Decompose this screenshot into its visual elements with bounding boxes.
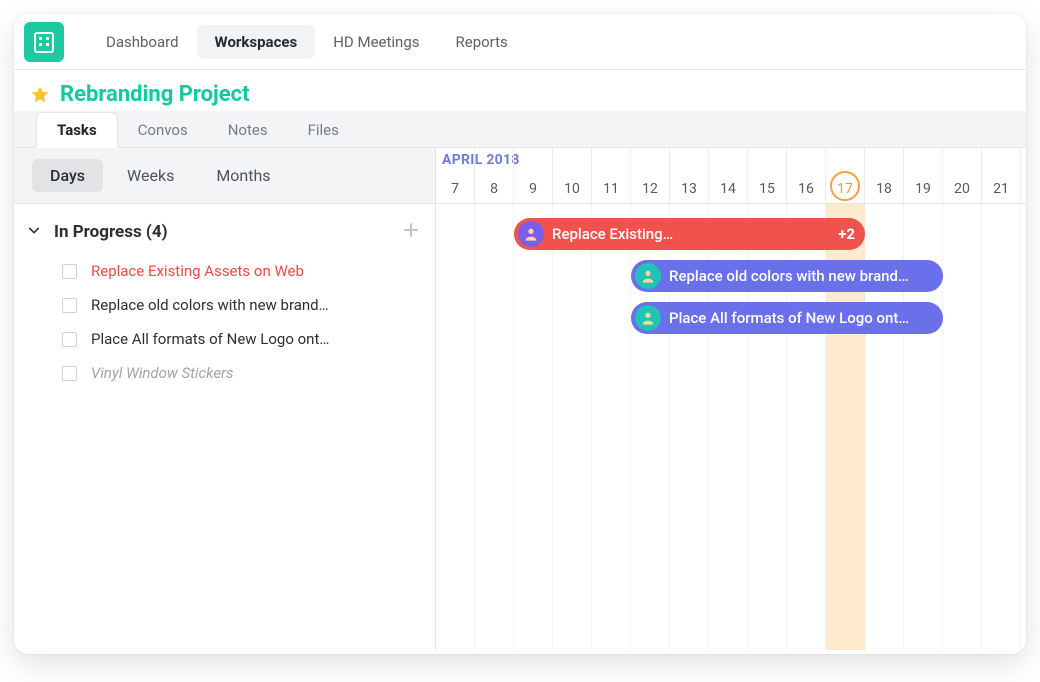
day-column[interactable]: 11 [592, 148, 631, 203]
zoom-row: Days Weeks Months [14, 148, 435, 204]
avatar-icon [635, 305, 661, 331]
task-list-pane: Days Weeks Months In Progress (4) Replac… [14, 148, 436, 650]
nav-reports[interactable]: Reports [438, 25, 526, 59]
task-label: Replace old colors with new brand… [91, 296, 329, 314]
day-number: 10 [553, 181, 591, 197]
timeline-pane[interactable]: APRIL 2018 789101112131415161718192021 R… [436, 148, 1026, 650]
content: Days Weeks Months In Progress (4) Replac… [14, 148, 1026, 650]
day-column[interactable]: 21 [982, 148, 1021, 203]
project-title: Rebranding Project [60, 82, 250, 107]
day-column[interactable]: 14 [709, 148, 748, 203]
day-column[interactable]: 20 [943, 148, 982, 203]
gantt-bar-extra: +2 [838, 225, 855, 243]
top-nav: Dashboard Workspaces HD Meetings Reports [14, 14, 1026, 70]
avatar-icon [635, 263, 661, 289]
gantt-bar-label: Place All formats of New Logo ont… [669, 309, 909, 327]
day-number: 19 [904, 181, 942, 197]
day-number: 20 [943, 181, 981, 197]
day-column[interactable]: 16 [787, 148, 826, 203]
task-row[interactable]: Place All formats of New Logo ont… [14, 322, 435, 356]
task-row[interactable]: Vinyl Window Stickers [14, 356, 435, 390]
day-number: 13 [670, 181, 708, 197]
tab-files[interactable]: Files [288, 113, 359, 147]
tab-convos[interactable]: Convos [118, 113, 208, 147]
app-logo-icon[interactable] [24, 22, 64, 62]
day-column[interactable]: 15 [748, 148, 787, 203]
group-title: In Progress (4) [54, 222, 389, 242]
gantt-bar-label: Replace Existing… [552, 225, 673, 243]
day-number: 7 [436, 181, 474, 197]
day-column[interactable]: 8 [475, 148, 514, 203]
zoom-months[interactable]: Months [198, 159, 288, 192]
day-number: 18 [865, 181, 903, 197]
gantt-bar[interactable]: Replace old colors with new brand… [631, 260, 943, 292]
tab-tasks[interactable]: Tasks [36, 112, 118, 148]
day-number: 15 [748, 181, 786, 197]
day-column[interactable]: 18 [865, 148, 904, 203]
day-number: 12 [631, 181, 669, 197]
zoom-days[interactable]: Days [32, 159, 103, 192]
day-column[interactable]: 9 [514, 148, 553, 203]
day-number: 21 [982, 181, 1020, 197]
task-label: Vinyl Window Stickers [91, 364, 233, 382]
gantt-bar-label: Replace old colors with new brand… [669, 267, 909, 285]
chevron-down-icon[interactable] [26, 222, 42, 242]
timeline-header: APRIL 2018 789101112131415161718192021 [436, 148, 1026, 204]
gantt-bar[interactable]: Replace Existing… +2 [514, 218, 865, 250]
today-ring-icon [830, 171, 860, 201]
plus-icon[interactable] [401, 218, 421, 246]
app-window: Dashboard Workspaces HD Meetings Reports… [14, 14, 1026, 654]
day-column[interactable]: 19 [904, 148, 943, 203]
day-column[interactable]: 7 [436, 148, 475, 203]
task-row[interactable]: Replace old colors with new brand… [14, 288, 435, 322]
group-header[interactable]: In Progress (4) [14, 204, 435, 254]
checkbox-icon[interactable] [62, 332, 77, 347]
checkbox-icon[interactable] [62, 366, 77, 381]
day-column[interactable]: 13 [670, 148, 709, 203]
nav-workspaces[interactable]: Workspaces [197, 25, 316, 59]
checkbox-icon[interactable] [62, 264, 77, 279]
day-number: 9 [514, 181, 552, 197]
task-label: Replace Existing Assets on Web [91, 262, 304, 280]
checkbox-icon[interactable] [62, 298, 77, 313]
nav-dashboard[interactable]: Dashboard [88, 25, 197, 59]
star-icon[interactable] [30, 85, 50, 105]
zoom-weeks[interactable]: Weeks [109, 159, 192, 192]
day-number: 14 [709, 181, 747, 197]
day-number: 8 [475, 181, 513, 197]
day-number: 11 [592, 181, 630, 197]
avatar-icon [518, 221, 544, 247]
task-row[interactable]: Replace Existing Assets on Web [14, 254, 435, 288]
task-label: Place All formats of New Logo ont… [91, 330, 329, 348]
gantt-bar[interactable]: Place All formats of New Logo ont… [631, 302, 943, 334]
day-number: 16 [787, 181, 825, 197]
day-column[interactable]: 10 [553, 148, 592, 203]
tab-notes[interactable]: Notes [208, 113, 288, 147]
day-column[interactable]: 12 [631, 148, 670, 203]
section-tabs: Tasks Convos Notes Files [14, 111, 1026, 148]
day-column[interactable]: 17 [826, 148, 865, 203]
nav-hd-meetings[interactable]: HD Meetings [315, 25, 437, 59]
project-header: Rebranding Project [14, 70, 1026, 111]
